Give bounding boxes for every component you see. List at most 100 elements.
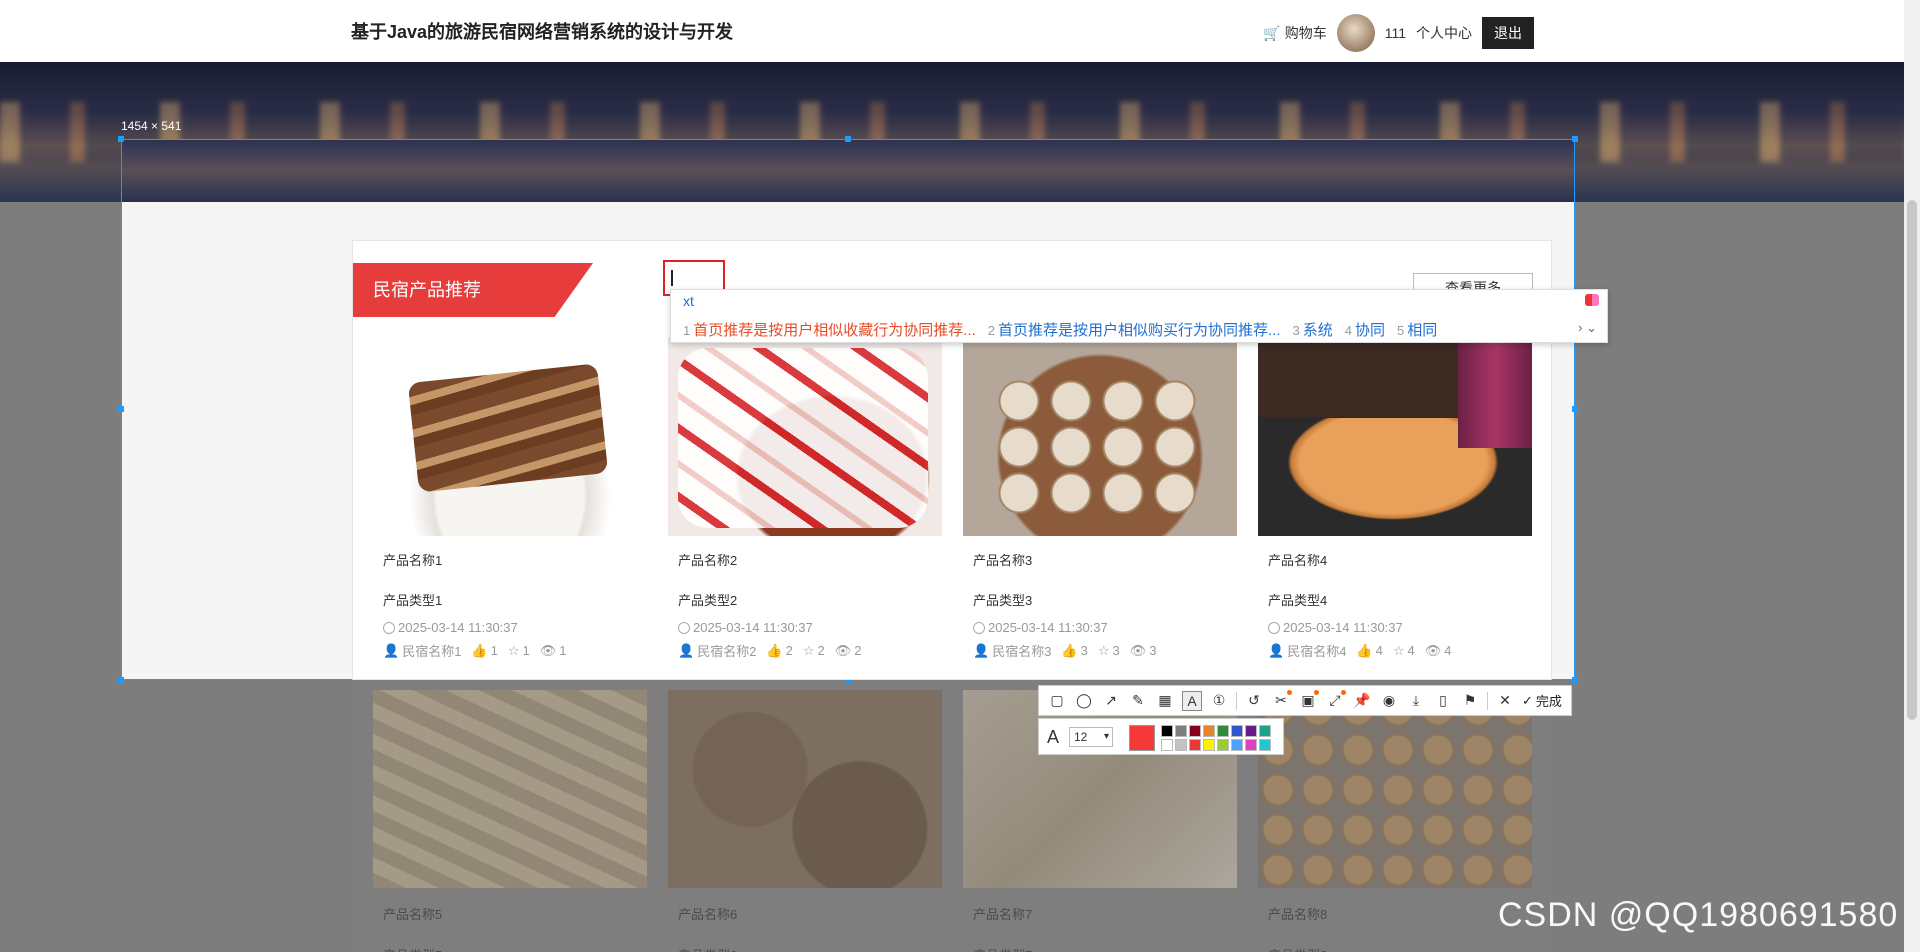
like-count[interactable]: 👍 3: [1061, 643, 1087, 659]
number-icon[interactable]: ①: [1209, 691, 1229, 711]
favorite-text: 3: [1112, 643, 1120, 658]
product-card[interactable]: 产品名称2 产品类型2 2025-03-14 11:30:37 👤 民宿名称2 👍…: [668, 338, 942, 668]
product-card[interactable]: 产品名称8 产品类型8: [1258, 690, 1532, 952]
rectangle-icon[interactable]: ▢: [1047, 691, 1067, 711]
text-cursor: [671, 270, 673, 286]
like-count[interactable]: 👍 4: [1356, 643, 1382, 659]
pin-icon[interactable]: 📌: [1352, 691, 1372, 711]
product-image[interactable]: [668, 338, 942, 536]
resize-handle[interactable]: [1572, 136, 1578, 142]
text-style-bar: A 12: [1038, 718, 1284, 755]
username: 111: [1384, 25, 1406, 41]
like-text: 4: [1375, 643, 1383, 658]
view-count: 👁 4: [1425, 643, 1452, 659]
eye-icon: 👁: [834, 642, 852, 658]
favorite-count[interactable]: ☆ 2: [803, 643, 825, 659]
favorite-count[interactable]: ☆ 4: [1393, 643, 1415, 659]
cart-link[interactable]: 🛒 购物车: [1263, 23, 1326, 43]
ime-candidate[interactable]: 1 首页推荐是按用户相似收藏行为协同推荐...: [683, 319, 976, 340]
color-swatch[interactable]: [1231, 739, 1243, 751]
ime-logo-icon[interactable]: [1585, 294, 1599, 306]
homestay-name: 👤 民宿名称1: [383, 641, 461, 660]
product-card[interactable]: 产品名称6 产品类型6: [668, 690, 942, 952]
device-icon[interactable]: ▯: [1433, 691, 1453, 711]
color-swatch[interactable]: [1231, 725, 1243, 737]
clock-icon: [973, 621, 985, 634]
like-count[interactable]: 👍 1: [471, 643, 497, 659]
product-image[interactable]: [373, 338, 647, 536]
text-icon[interactable]: A: [1182, 690, 1202, 711]
star-icon: ☆: [802, 642, 815, 658]
profile-link[interactable]: 个人中心: [1416, 23, 1472, 43]
close-icon[interactable]: ✕: [1495, 691, 1515, 711]
current-color-swatch[interactable]: [1129, 725, 1155, 751]
product-card[interactable]: 产品名称3 产品类型3 2025-03-14 11:30:37 👤 民宿名称3 👍…: [963, 338, 1237, 668]
color-swatch[interactable]: [1189, 725, 1201, 737]
ime-candidate[interactable]: 4 协同: [1345, 319, 1385, 340]
done-button[interactable]: ✓ 完成: [1522, 691, 1562, 710]
bookmark-icon[interactable]: ⚑: [1460, 691, 1480, 711]
color-swatch[interactable]: [1259, 739, 1271, 751]
font-size-select[interactable]: 12: [1069, 727, 1113, 747]
resize-handle[interactable]: [1572, 677, 1578, 683]
product-image[interactable]: [963, 338, 1237, 536]
page-scrollbar[interactable]: [1904, 0, 1920, 952]
color-swatch[interactable]: [1161, 739, 1173, 751]
product-time: 2025-03-14 11:30:37: [973, 620, 1108, 635]
avatar[interactable]: [1336, 14, 1375, 52]
ellipse-icon[interactable]: ◯: [1074, 691, 1094, 711]
ime-page-nav[interactable]: › ⌄: [1578, 320, 1597, 336]
clock-icon: [1268, 621, 1280, 634]
product-name: 产品名称6: [678, 907, 738, 922]
record-icon[interactable]: ◉: [1379, 691, 1399, 711]
product-image[interactable]: [668, 690, 942, 888]
like-count[interactable]: 👍 2: [766, 643, 792, 659]
resize-handle[interactable]: [118, 136, 124, 142]
product-image[interactable]: [373, 690, 647, 888]
color-swatch[interactable]: [1259, 725, 1271, 737]
product-card[interactable]: 产品名称4 产品类型4 2025-03-14 11:30:37 👤 民宿名称4 👍…: [1258, 338, 1532, 668]
color-swatch[interactable]: [1217, 739, 1229, 751]
product-card[interactable]: 产品名称5 产品类型5: [373, 690, 647, 952]
color-swatch[interactable]: [1245, 725, 1257, 737]
color-swatch[interactable]: [1203, 725, 1215, 737]
ime-candidate[interactable]: 2 首页推荐是按用户相似购买行为协同推荐...: [988, 319, 1281, 340]
color-swatch[interactable]: [1189, 739, 1201, 751]
like-text: 2: [785, 643, 793, 658]
favorite-count[interactable]: ☆ 3: [1098, 643, 1120, 659]
scrollbar-thumb[interactable]: [1907, 200, 1917, 720]
candidate-number: 4: [1344, 323, 1352, 338]
download-icon[interactable]: ⤓: [1406, 691, 1426, 711]
ime-candidate[interactable]: 3 系统: [1293, 319, 1333, 340]
product-image[interactable]: [1258, 338, 1532, 536]
ime-candidate[interactable]: 5 相同: [1397, 319, 1437, 340]
product-image[interactable]: [1258, 690, 1532, 888]
scroll-capture-icon[interactable]: ⤢: [1325, 689, 1346, 711]
like-text: 3: [1080, 643, 1088, 658]
undo-icon[interactable]: ↺: [1244, 691, 1264, 711]
cutout-icon[interactable]: ✂: [1271, 689, 1292, 711]
pencil-icon[interactable]: ✎: [1128, 691, 1148, 711]
resize-handle[interactable]: [118, 406, 124, 412]
color-swatch[interactable]: [1175, 739, 1187, 751]
view-text: 3: [1149, 643, 1157, 658]
cart-icon: 🛒: [1263, 24, 1281, 41]
color-swatch[interactable]: [1217, 725, 1229, 737]
candidate-text: 首页推荐是按用户相似购买行为协同推荐...: [997, 322, 1281, 339]
color-swatch[interactable]: [1161, 725, 1173, 737]
product-card[interactable]: 产品名称1 产品类型1 2025-03-14 11:30:37 👤 民宿名称1 👍…: [373, 338, 647, 668]
mosaic-icon[interactable]: ▦: [1155, 691, 1175, 711]
color-swatch[interactable]: [1203, 739, 1215, 751]
site-title[interactable]: 基于Java的旅游民宿网络营销系统的设计与开发: [351, 18, 733, 44]
ocr-icon[interactable]: ▣: [1298, 689, 1319, 711]
color-swatch[interactable]: [1245, 739, 1257, 751]
user-icon: 👤: [1268, 642, 1285, 658]
resize-handle[interactable]: [845, 136, 851, 142]
logout-button[interactable]: 退出: [1482, 17, 1534, 49]
arrow-icon[interactable]: ↗: [1101, 691, 1121, 711]
view-text: 2: [854, 643, 862, 658]
resize-handle[interactable]: [1572, 406, 1578, 412]
favorite-count[interactable]: ☆ 1: [508, 643, 530, 659]
resize-handle[interactable]: [118, 677, 124, 683]
color-swatch[interactable]: [1175, 725, 1187, 737]
